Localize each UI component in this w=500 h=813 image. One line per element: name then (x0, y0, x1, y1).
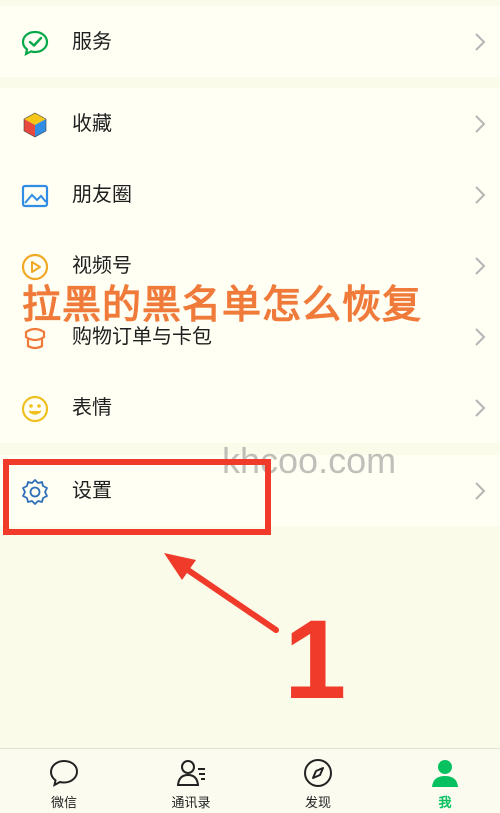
chevron-right-icon (474, 256, 486, 276)
chevron-right-icon (474, 398, 486, 418)
bottom-tab-bar: 微信 通讯录 发现 我 (0, 748, 500, 813)
tab-discover[interactable]: 发现 (268, 749, 368, 813)
compass-icon (302, 757, 334, 789)
menu-item-label: 服务 (72, 29, 112, 53)
tab-label: 我 (438, 796, 452, 811)
menu-item-services[interactable]: 服务 (0, 6, 500, 77)
image-icon (20, 181, 50, 211)
menu-item-label: 表情 (72, 395, 112, 419)
tab-chats[interactable]: 微信 (14, 749, 114, 813)
menu-item-moments[interactable]: 朋友圈 (0, 159, 500, 230)
menu-item-stickers[interactable]: 表情 (0, 372, 500, 443)
overlay-title: 拉黑的黑名单怎么恢复 (22, 283, 423, 328)
chevron-right-icon (474, 481, 486, 501)
tab-contacts[interactable]: 通讯录 (141, 749, 241, 813)
arrow-line (179, 563, 279, 633)
step-number: 1 (284, 597, 346, 722)
smile-icon (20, 394, 50, 424)
chevron-right-icon (474, 114, 486, 134)
highlight-box (3, 459, 271, 535)
tab-label: 通讯录 (171, 796, 211, 811)
chat-bubble-icon (48, 757, 80, 789)
tab-me[interactable]: 我 (395, 749, 495, 813)
person-icon (429, 757, 461, 789)
chevron-right-icon (474, 32, 486, 52)
chevron-right-icon (474, 185, 486, 205)
chevron-right-icon (474, 327, 486, 347)
menu-item-favorites[interactable]: 收藏 (0, 88, 500, 159)
arrow-head (164, 553, 196, 580)
tab-label: 微信 (50, 796, 77, 811)
menu-item-label: 朋友圈 (72, 182, 132, 206)
menu-item-label: 收藏 (72, 111, 112, 135)
cube-icon (20, 110, 50, 140)
contacts-icon (175, 757, 207, 789)
tab-label: 发现 (304, 796, 331, 811)
wechat-pay-check-icon (20, 28, 50, 58)
